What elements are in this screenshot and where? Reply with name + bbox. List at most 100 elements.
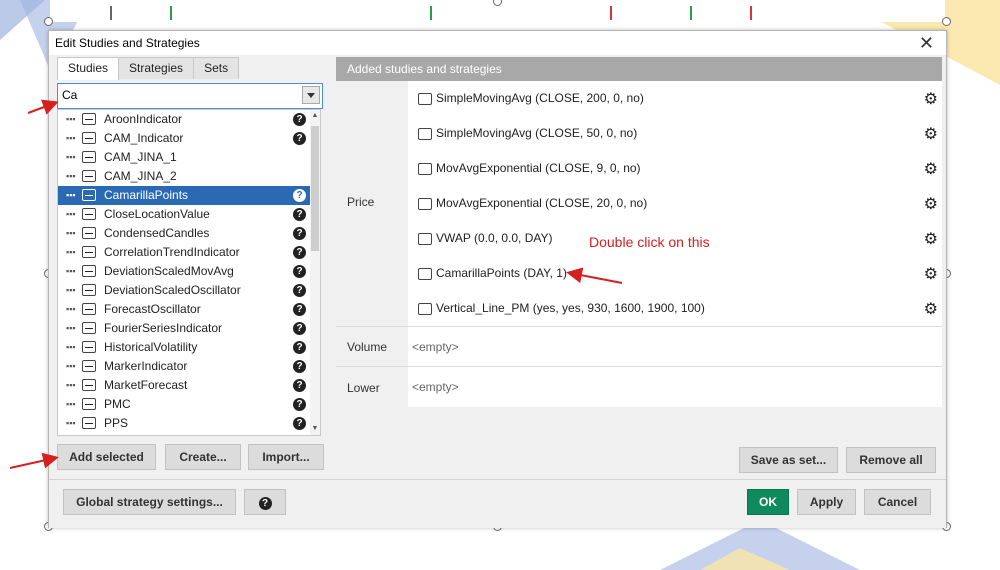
added-study-row[interactable]: SimpleMovingAvg (CLOSE, 200, 0, no) ⚙	[408, 81, 942, 116]
gear-icon[interactable]: ⚙	[924, 299, 938, 319]
help-icon[interactable]: ?	[293, 284, 306, 297]
apply-button[interactable]: Apply	[797, 489, 856, 515]
drag-handle-icon[interactable]: ▪▪▪	[66, 357, 76, 376]
lower-group-label: Lower	[336, 367, 408, 407]
tab-bar: Studies Strategies Sets	[57, 57, 240, 80]
list-item[interactable]: ▪▪▪ HistoricalVolatility?	[58, 338, 310, 357]
help-icon[interactable]: ?	[293, 113, 306, 126]
list-item[interactable]: ▪▪▪ CorrelationTrendIndicator?	[58, 243, 310, 262]
search-dropdown-button[interactable]	[302, 86, 320, 104]
drag-handle-icon[interactable]: ▪▪▪	[66, 186, 76, 205]
list-item[interactable]: ▪▪▪ CamarillaPoints?	[58, 186, 310, 205]
list-item[interactable]: ▪▪▪ PPS?	[58, 414, 310, 433]
help-icon[interactable]: ?	[293, 189, 306, 202]
list-item[interactable]: ▪▪▪ CondensedCandles?	[58, 224, 310, 243]
help-icon[interactable]: ?	[293, 227, 306, 240]
gear-icon[interactable]: ⚙	[924, 89, 938, 109]
drag-handle-icon[interactable]: ▪▪▪	[66, 376, 76, 395]
cancel-button[interactable]: Cancel	[864, 489, 931, 515]
import-button[interactable]: Import...	[248, 444, 324, 470]
help-icon[interactable]: ?	[293, 265, 306, 278]
list-item[interactable]: ▪▪▪ MarkerIndicator?	[58, 357, 310, 376]
create-button[interactable]: Create...	[165, 444, 241, 470]
study-icon	[82, 303, 96, 315]
scroll-up-icon[interactable]: ▲	[310, 110, 320, 122]
drag-handle-icon[interactable]: ▪▪▪	[66, 262, 76, 281]
added-study-row[interactable]: MovAvgExponential (CLOSE, 20, 0, no) ⚙	[408, 186, 942, 221]
study-icon	[82, 379, 96, 391]
help-icon[interactable]: ?	[293, 417, 306, 430]
added-study-row[interactable]: MovAvgExponential (CLOSE, 9, 0, no) ⚙	[408, 151, 942, 186]
remove-all-button[interactable]: Remove all	[846, 447, 936, 473]
list-item[interactable]: ▪▪▪ DeviationScaledMovAvg?	[58, 262, 310, 281]
list-item[interactable]: ▪▪▪ PMC?	[58, 395, 310, 414]
tab-studies[interactable]: Studies	[57, 57, 120, 80]
help-icon[interactable]: ?	[293, 322, 306, 335]
close-icon[interactable]: ✕	[919, 33, 934, 54]
drag-handle-icon[interactable]: ▪▪▪	[66, 129, 76, 148]
list-item[interactable]: ▪▪▪ CAM_JINA_2	[58, 167, 310, 186]
study-list-scrollbar[interactable]: ▲ ▼	[310, 110, 320, 435]
help-icon[interactable]: ?	[293, 341, 306, 354]
study-icon	[82, 227, 96, 239]
help-icon[interactable]: ?	[293, 398, 306, 411]
study-icon	[82, 322, 96, 334]
scroll-down-icon[interactable]: ▼	[310, 423, 320, 435]
save-as-set-button[interactable]: Save as set...	[739, 447, 838, 473]
resize-handle[interactable]	[942, 17, 951, 26]
drag-handle-icon[interactable]: ▪▪▪	[66, 414, 76, 433]
drag-handle-icon[interactable]: ▪▪▪	[66, 338, 76, 357]
study-name: CamarillaPoints	[104, 188, 189, 202]
drag-handle-icon[interactable]: ▪▪▪	[66, 395, 76, 414]
drag-handle-icon[interactable]: ▪▪▪	[66, 110, 76, 129]
gear-icon[interactable]: ⚙	[924, 264, 938, 284]
global-strategy-settings-button[interactable]: Global strategy settings...	[63, 489, 236, 515]
help-icon[interactable]: ?	[293, 379, 306, 392]
list-item[interactable]: ▪▪▪ CloseLocationValue?	[58, 205, 310, 224]
drag-handle-icon[interactable]: ▪▪▪	[66, 224, 76, 243]
added-study-row[interactable]: SimpleMovingAvg (CLOSE, 50, 0, no) ⚙	[408, 116, 942, 151]
tab-strategies[interactable]: Strategies	[118, 57, 195, 79]
study-icon	[418, 163, 432, 175]
tab-sets[interactable]: Sets	[193, 57, 240, 79]
study-icon	[82, 113, 96, 125]
study-icon	[82, 189, 96, 201]
study-name: PPS	[104, 416, 129, 430]
drag-handle-icon[interactable]: ▪▪▪	[66, 319, 76, 338]
drag-handle-icon[interactable]: ▪▪▪	[66, 205, 76, 224]
ok-button[interactable]: OK	[747, 489, 789, 515]
drag-handle-icon[interactable]: ▪▪▪	[66, 300, 76, 319]
help-icon[interactable]: ?	[293, 360, 306, 373]
annotation-text: Double click on this	[589, 234, 710, 250]
list-item[interactable]: ▪▪▪ MarketForecast?	[58, 376, 310, 395]
list-item[interactable]: ▪▪▪ DeviationScaledOscillator?	[58, 281, 310, 300]
list-item[interactable]: ▪▪▪ ForecastOscillator?	[58, 300, 310, 319]
add-selected-button[interactable]: Add selected	[57, 444, 156, 470]
gear-icon[interactable]: ⚙	[924, 229, 938, 249]
added-study-name: MovAvgExponential (CLOSE, 9, 0, no)	[436, 161, 641, 175]
help-icon[interactable]: ?	[293, 132, 306, 145]
drag-handle-icon[interactable]: ▪▪▪	[66, 243, 76, 262]
scroll-thumb[interactable]	[311, 126, 319, 251]
list-item[interactable]: ▪▪▪ CAM_JINA_1	[58, 148, 310, 167]
gear-icon[interactable]: ⚙	[924, 194, 938, 214]
list-item[interactable]: ▪▪▪ FourierSeriesIndicator?	[58, 319, 310, 338]
added-study-row[interactable]: CamarillaPoints (DAY, 1) ⚙	[408, 256, 942, 291]
help-icon[interactable]: ?	[293, 246, 306, 259]
drag-handle-icon[interactable]: ▪▪▪	[66, 148, 76, 167]
help-button[interactable]: ?	[244, 489, 286, 515]
study-search-input[interactable]	[62, 86, 298, 104]
resize-handle[interactable]	[44, 17, 53, 26]
drag-handle-icon[interactable]: ▪▪▪	[66, 167, 76, 186]
help-icon[interactable]: ?	[293, 303, 306, 316]
list-item[interactable]: ▪▪▪ AroonIndicator?	[58, 110, 310, 129]
gear-icon[interactable]: ⚙	[924, 124, 938, 144]
added-studies-panel: Added studies and strategies Price Simpl…	[336, 57, 942, 407]
gear-icon[interactable]: ⚙	[924, 159, 938, 179]
help-icon[interactable]: ?	[293, 208, 306, 221]
list-item[interactable]: ▪▪▪ CAM_Indicator?	[58, 129, 310, 148]
study-name: HistoricalVolatility	[104, 340, 198, 354]
added-study-row[interactable]: Vertical_Line_PM (yes, yes, 930, 1600, 1…	[408, 291, 942, 326]
drag-handle-icon[interactable]: ▪▪▪	[66, 281, 76, 300]
dialog-titlebar: Edit Studies and Strategies ✕	[49, 31, 946, 55]
